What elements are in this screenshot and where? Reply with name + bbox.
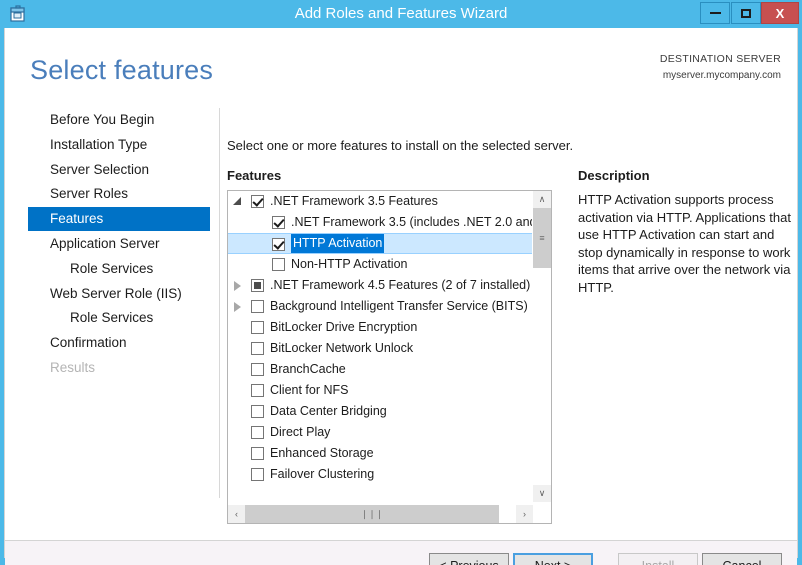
sidebar-item-server-roles[interactable]: Server Roles <box>28 182 210 206</box>
feature-checkbox[interactable] <box>251 468 264 481</box>
title-bar: Add Roles and Features Wizard X <box>0 0 802 28</box>
page-title: Select features <box>30 55 214 85</box>
feature-label: Client for NFS <box>270 383 349 397</box>
window-title: Add Roles and Features Wizard <box>294 5 508 22</box>
feature-label: .NET Framework 4.5 Features (2 of 7 inst… <box>270 278 531 292</box>
feature-checkbox[interactable] <box>251 426 264 439</box>
tree-row[interactable]: BitLocker Drive Encryption <box>228 317 533 338</box>
expander-expand-icon[interactable] <box>233 302 242 312</box>
scroll-right-arrow-icon[interactable]: › <box>516 505 533 523</box>
tree-row[interactable]: .NET Framework 4.5 Features (2 of 7 inst… <box>228 275 533 296</box>
maximize-button[interactable] <box>731 2 761 24</box>
tree-row[interactable]: BitLocker Network Unlock <box>228 338 533 359</box>
expander-collapse-icon[interactable] <box>233 197 242 206</box>
features-tree-listbox[interactable]: .NET Framework 3.5 Features .NET Framewor… <box>227 190 552 524</box>
feature-label: Enhanced Storage <box>270 446 374 460</box>
feature-checkbox[interactable] <box>251 342 264 355</box>
tree-row[interactable]: Non-HTTP Activation <box>228 254 533 275</box>
sidebar-item-confirmation[interactable]: Confirmation <box>28 331 210 355</box>
cancel-button[interactable]: Cancel <box>702 553 782 565</box>
wizard-client-area: Select features DESTINATION SERVER myser… <box>4 28 798 565</box>
feature-checkbox[interactable] <box>251 300 264 313</box>
feature-label: BitLocker Drive Encryption <box>270 320 418 334</box>
tree-row[interactable]: .NET Framework 3.5 Features <box>228 191 533 212</box>
sidebar-item-installation-type[interactable]: Installation Type <box>28 133 210 157</box>
feature-checkbox[interactable] <box>251 405 264 418</box>
feature-label: Direct Play <box>270 425 331 439</box>
nav-divider <box>219 108 220 498</box>
tree-row[interactable]: .NET Framework 3.5 (includes .NET 2.0 an… <box>228 212 533 233</box>
destination-server-label: DESTINATION SERVER <box>659 53 781 65</box>
feature-label: BitLocker Network Unlock <box>270 341 414 355</box>
sidebar-item-web-server-role-iis[interactable]: Web Server Role (IIS) <box>28 282 210 306</box>
next-button[interactable]: Next > <box>513 553 593 565</box>
sidebar-item-server-selection[interactable]: Server Selection <box>28 158 210 182</box>
horizontal-scrollbar-thumb[interactable]: ❘❘❘ <box>245 505 499 523</box>
feature-checkbox[interactable] <box>251 195 264 208</box>
install-button: Install <box>618 553 698 565</box>
feature-checkbox[interactable] <box>251 279 264 292</box>
scrollbar-corner <box>533 505 551 523</box>
features-heading: Features <box>227 168 282 183</box>
feature-label: Background Intelligent Transfer Service … <box>270 299 528 313</box>
horizontal-scrollbar[interactable]: ‹ ❘❘❘ › <box>228 505 533 523</box>
tree-row[interactable]: Client for NFS <box>228 380 533 401</box>
vertical-scrollbar-thumb[interactable]: ≡ <box>533 208 551 268</box>
wizard-window: Add Roles and Features Wizard X Select f… <box>0 0 802 565</box>
sidebar-item-role-services[interactable]: Role Services <box>28 257 210 281</box>
sidebar-item-role-services[interactable]: Role Services <box>28 306 210 330</box>
sidebar-item-before-you-begin[interactable]: Before You Begin <box>28 108 210 132</box>
features-tree-viewport: .NET Framework 3.5 Features .NET Framewor… <box>228 191 533 502</box>
sidebar-item-features[interactable]: Features <box>28 207 210 232</box>
destination-server-block: DESTINATION SERVER myserver.mycompany.co… <box>660 53 781 81</box>
maximize-icon <box>741 8 751 18</box>
expander-expand-icon[interactable] <box>233 281 242 291</box>
description-text: HTTP Activation supports process activat… <box>578 192 791 295</box>
feature-checkbox[interactable] <box>251 321 264 334</box>
feature-checkbox[interactable] <box>272 216 285 229</box>
feature-label: Non-HTTP Activation <box>291 257 408 271</box>
destination-server-name: myserver.mycompany.com <box>662 70 781 81</box>
feature-label: Data Center Bridging <box>270 404 387 418</box>
tree-row[interactable]: Direct Play <box>228 422 533 443</box>
feature-label: .NET Framework 3.5 Features <box>270 194 438 208</box>
feature-checkbox[interactable] <box>272 258 285 271</box>
feature-checkbox[interactable] <box>272 238 285 251</box>
feature-label: .NET Framework 3.5 (includes .NET 2.0 an… <box>291 215 533 229</box>
scroll-down-arrow-icon[interactable]: ∨ <box>533 485 551 502</box>
previous-button[interactable]: < Previous <box>429 553 509 565</box>
footer-bar: < Previous Next > Install Cancel <box>5 541 797 565</box>
tree-row[interactable]: BranchCache <box>228 359 533 380</box>
vertical-scrollbar[interactable]: ∧ ≡ ∨ <box>532 191 551 502</box>
feature-checkbox[interactable] <box>251 447 264 460</box>
minimize-icon <box>709 12 721 14</box>
tree-row[interactable]: Data Center Bridging <box>228 401 533 422</box>
tree-row[interactable]: HTTP Activation <box>228 233 533 254</box>
tree-row[interactable]: Enhanced Storage <box>228 443 533 464</box>
scroll-left-arrow-icon[interactable]: ‹ <box>228 505 245 523</box>
description-heading: Description <box>578 168 650 183</box>
tree-row[interactable]: Background Intelligent Transfer Service … <box>228 296 533 317</box>
sidebar-item-results: Results <box>50 360 96 375</box>
wizard-navigation: Before You Begin Installation Type Server … <box>5 108 220 498</box>
feature-label: Failover Clustering <box>270 467 375 481</box>
tree-row[interactable]: Failover Clustering <box>228 464 533 485</box>
feature-label: HTTP Activation <box>291 234 385 253</box>
minimize-button[interactable] <box>700 2 730 24</box>
feature-label: BranchCache <box>270 362 346 376</box>
instruction-text: Select one or more features to install o… <box>227 138 574 153</box>
sidebar-item-application-server[interactable]: Application Server <box>28 232 210 256</box>
feature-checkbox[interactable] <box>251 384 264 397</box>
scroll-up-arrow-icon[interactable]: ∧ <box>533 191 551 208</box>
feature-checkbox[interactable] <box>251 363 264 376</box>
close-button[interactable]: X <box>761 2 799 24</box>
